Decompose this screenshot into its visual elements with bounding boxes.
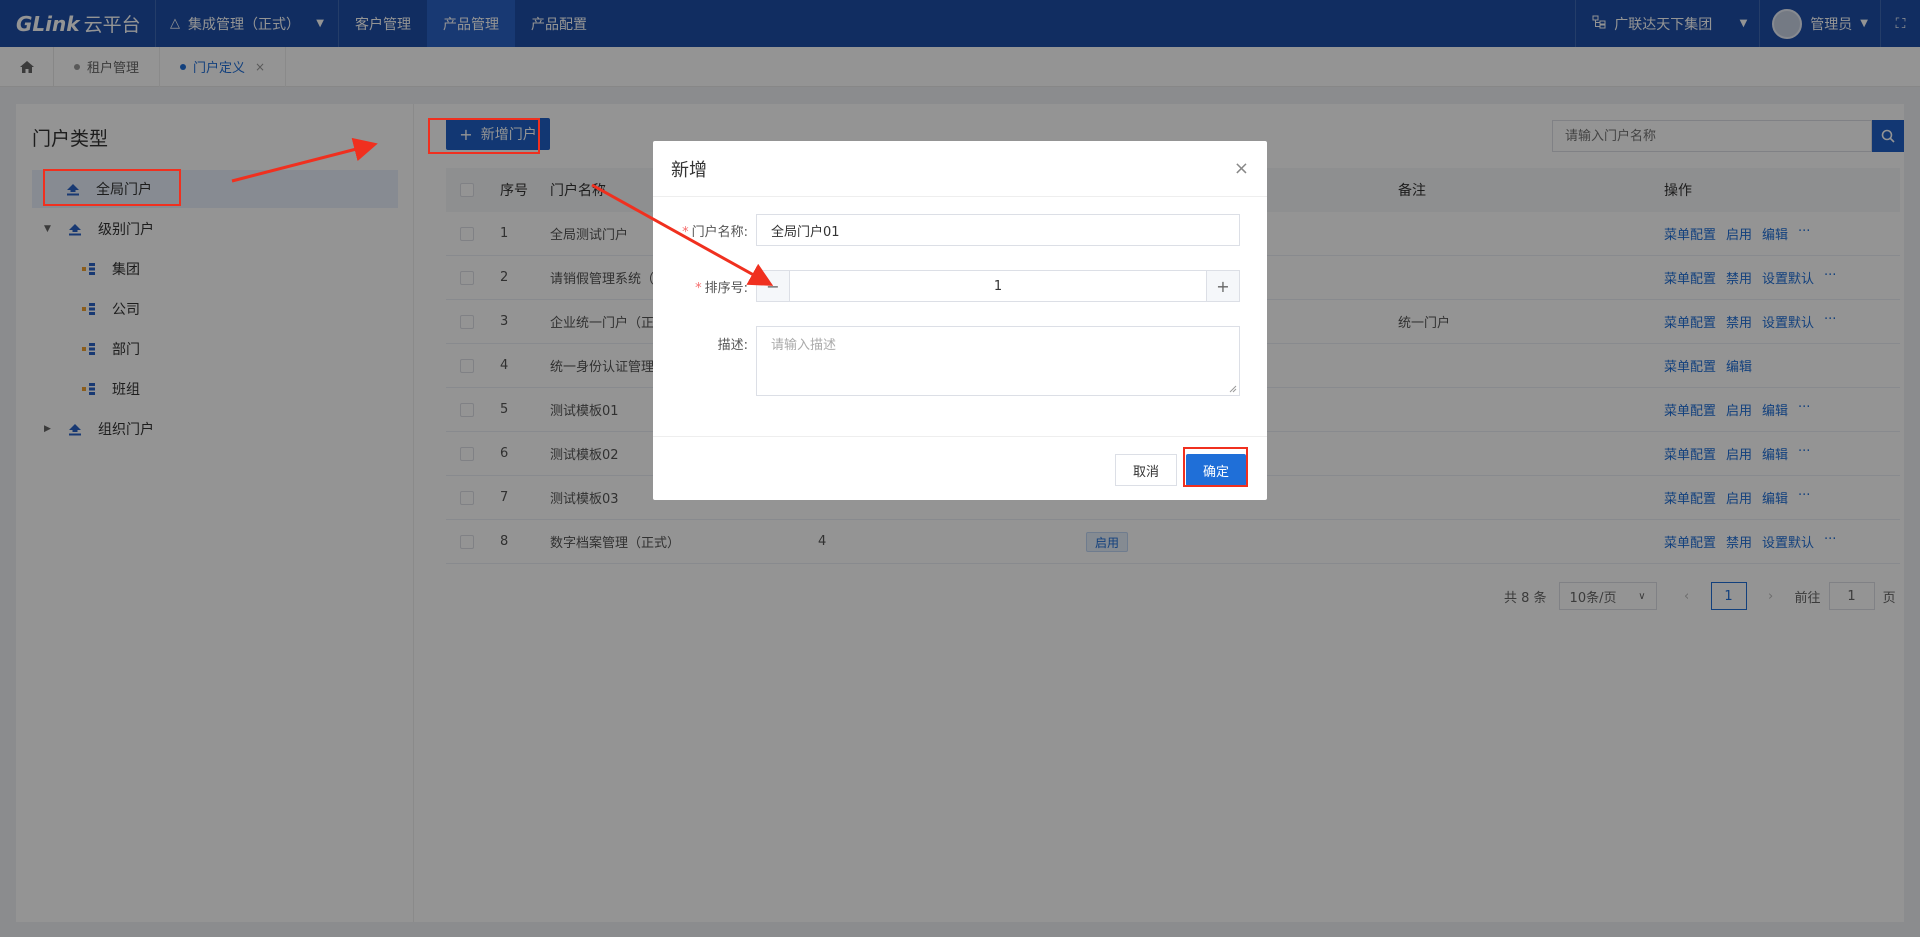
arrow-to-add-button [231,137,378,183]
annotation-arrows [231,137,774,286]
arrow-to-sort-stepper [591,183,774,286]
